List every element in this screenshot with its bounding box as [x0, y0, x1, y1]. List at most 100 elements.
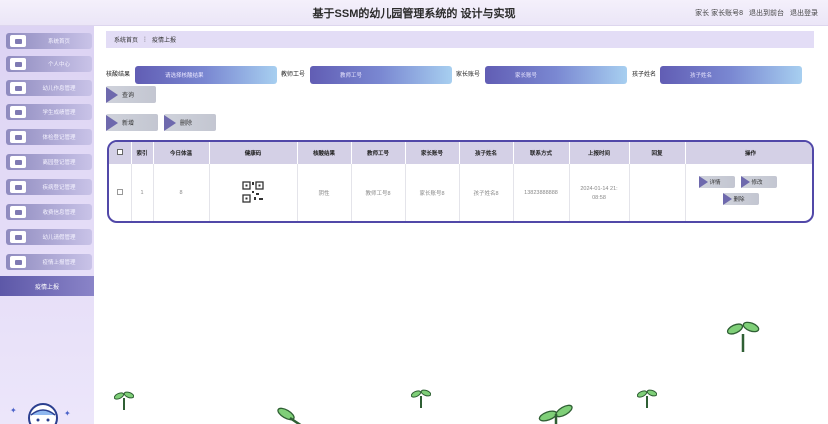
phone-cell: 13823888888 — [513, 164, 570, 221]
query-button[interactable]: 查询 — [106, 86, 156, 103]
sprout-icon — [114, 391, 134, 410]
table-row: 1 8 阴性 教师工号8 家长账号8 孩子姓名8 13823888888 202… — [109, 164, 812, 221]
triangle-icon — [164, 114, 176, 131]
triangle-icon — [722, 193, 732, 205]
sidebar-item-grades[interactable]: 学生成绩管理 — [6, 104, 92, 120]
child-name-cell: 孩子姓名8 — [459, 164, 514, 221]
mascot-icon — [28, 403, 58, 424]
sidebar-item-label: 疾病登记管理 — [42, 185, 76, 191]
sidebar-item-label: 离园登记管理 — [42, 160, 76, 166]
sidebar-item-fees[interactable]: 收费信息管理 — [6, 204, 92, 220]
sprout-icon — [277, 407, 302, 424]
reply-cell — [629, 164, 686, 221]
child-name-label: 孩子姓名 — [632, 72, 657, 78]
sidebar-item-illness[interactable]: 疾病登记管理 — [6, 179, 92, 195]
grid-icon — [10, 181, 26, 193]
user-panel: 家长 家长账号8 退出到前台 退出登录 — [695, 8, 818, 18]
column-header: 回复 — [629, 142, 686, 164]
sidebar-item-physical-exam[interactable]: 体检登记管理 — [6, 129, 92, 145]
row-select-cell — [109, 164, 132, 221]
user-icon — [10, 58, 26, 70]
sidebar-item-label: 疫情上报 — [34, 284, 59, 291]
breadcrumb-current: 疫情上报 — [152, 38, 177, 44]
column-header: 索引 — [131, 142, 154, 164]
home-icon — [10, 35, 26, 47]
sprout-icon — [538, 404, 573, 424]
sidebar-item-label: 收费信息管理 — [42, 210, 76, 216]
sidebar-item-leave-school[interactable]: 离园登记管理 — [6, 154, 92, 170]
list-icon — [10, 231, 26, 243]
column-header: 家长账号 — [405, 142, 460, 164]
parent-account-label: 家长账号 — [456, 72, 481, 78]
nucleic-result-label: 核酸结果 — [106, 72, 131, 78]
column-header: 操作 — [685, 142, 812, 164]
column-header: 今日体温 — [153, 142, 210, 164]
detail-button[interactable]: 详情 — [698, 176, 735, 188]
nucleic-result-select[interactable]: 请选择核酸结果 — [135, 66, 277, 84]
sidebar-item-label: 个人中心 — [47, 62, 70, 68]
triangle-icon — [106, 86, 118, 103]
sidebar-item-label: 体检登记管理 — [42, 135, 76, 141]
breadcrumb-home[interactable]: 系统首页 — [114, 35, 138, 44]
column-header: 联系方式 — [513, 142, 570, 164]
id-card-icon — [10, 131, 26, 143]
book-icon — [10, 106, 26, 118]
teacher-id-input[interactable]: 教师工号 — [310, 66, 452, 84]
sidebar-item-label: 学生成绩管理 — [42, 110, 76, 116]
triangle-icon — [740, 176, 750, 188]
monitor-icon — [10, 206, 26, 218]
add-button[interactable]: 新增 — [106, 114, 158, 131]
column-header: 教师工号 — [351, 142, 406, 164]
logout-link[interactable]: 退出登录 — [790, 8, 818, 18]
temperature-cell: 8 — [153, 164, 210, 221]
column-header: 孩子姓名 — [459, 142, 514, 164]
delete-button[interactable]: 删除 — [164, 114, 216, 131]
child-name-input[interactable]: 孩子姓名 — [660, 66, 802, 84]
column-header: 上报时间 — [569, 142, 630, 164]
grid-icon — [10, 256, 26, 268]
sparkle-icon: ✦ — [64, 409, 71, 418]
data-table: 索引 今日体温 健康码 核酸结果 教师工号 家长账号 孩子姓名 联系方式 上报时… — [107, 140, 814, 223]
row-checkbox[interactable] — [116, 189, 123, 195]
sprout-icon — [637, 389, 657, 408]
column-header: 健康码 — [209, 142, 298, 164]
triangle-icon — [698, 176, 708, 188]
user-role: 家长 家长账号8 — [695, 10, 743, 17]
edit-button[interactable]: 修改 — [740, 176, 777, 188]
sidebar-item-label: 幼儿作息管理 — [42, 86, 76, 92]
teacher-id-cell: 教师工号8 — [351, 164, 406, 221]
qr-code-icon — [242, 181, 264, 203]
sidebar-item-label: 幼儿请假管理 — [42, 235, 76, 241]
sprout-icon — [726, 321, 760, 352]
breadcrumb: 系统首页 ⋮ 疫情上报 — [106, 31, 814, 48]
nucleic-result-cell: 阴性 — [297, 164, 352, 221]
sidebar: 系统首页 个人中心 幼儿作息管理 学生成绩管理 体检登记管理 离园登记管理 疾病… — [0, 26, 94, 424]
delete-row-button[interactable]: 删除 — [722, 193, 759, 205]
sidebar-item-child-leave[interactable]: 幼儿请假管理 — [6, 229, 92, 245]
select-all-header — [109, 142, 132, 164]
column-header: 核酸结果 — [297, 142, 352, 164]
sidebar-item-home[interactable]: 系统首页 — [6, 33, 92, 49]
back-to-frontend-link[interactable]: 退出到前台 — [749, 8, 784, 18]
sidebar-item-label: 疫情上报管理 — [42, 260, 76, 266]
report-time-date: 2024-01-14 21: — [580, 185, 618, 192]
table-header-row: 索引 今日体温 健康码 核酸结果 教师工号 家长账号 孩子姓名 联系方式 上报时… — [109, 142, 812, 164]
sidebar-item-epidemic-report[interactable]: 疫情上报 — [0, 276, 94, 296]
document-icon — [10, 156, 26, 168]
index-cell: 1 — [131, 164, 154, 221]
sidebar-item-profile[interactable]: 个人中心 — [6, 56, 92, 72]
report-time-clock: 08:58 — [592, 194, 606, 201]
teacher-id-label: 教师工号 — [281, 72, 306, 78]
sidebar-item-label: 系统首页 — [47, 39, 70, 45]
actions-cell: 详情 修改 删除 — [685, 164, 812, 221]
breadcrumb-separator: ⋮ — [142, 37, 149, 43]
sidebar-item-schedule[interactable]: 幼儿作息管理 — [6, 80, 92, 96]
top-header: 基于SSM的幼儿园管理系统的 设计与实现 家长 家长账号8 退出到前台 退出登录 — [0, 0, 828, 26]
sidebar-item-epidemic-management[interactable]: 疫情上报管理 — [6, 254, 92, 270]
report-time-cell: 2024-01-14 21: 08:58 — [569, 164, 630, 221]
parent-account-input[interactable]: 家长账号 — [485, 66, 627, 84]
flag-icon — [10, 82, 26, 94]
select-all-checkbox[interactable] — [116, 149, 123, 155]
parent-account-cell: 家长账号8 — [405, 164, 460, 221]
health-code-cell — [209, 164, 298, 221]
